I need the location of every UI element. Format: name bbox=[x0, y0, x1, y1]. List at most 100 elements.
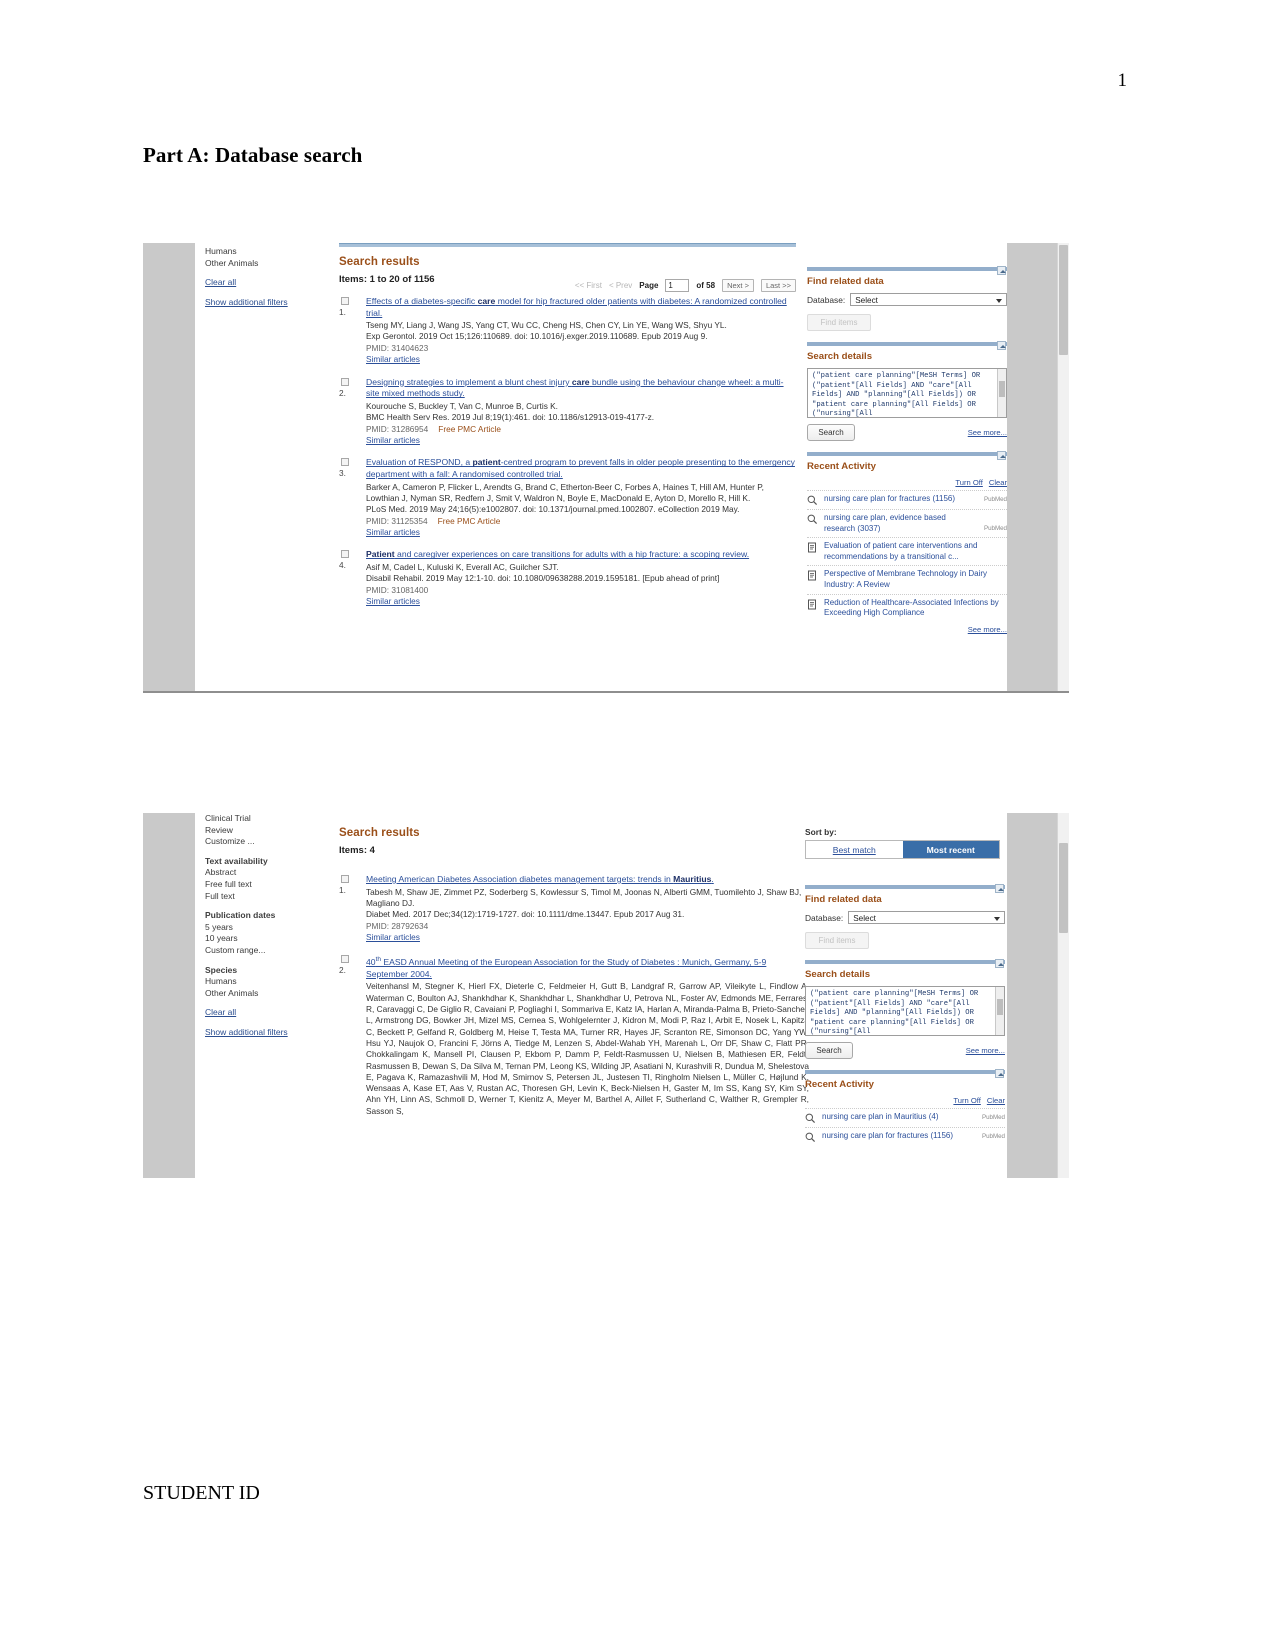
search-query-textarea[interactable]: ("patient care planning"[MeSH Terms] OR … bbox=[805, 986, 1005, 1036]
chevron-down-icon[interactable] bbox=[997, 451, 1006, 460]
show-additional-filters-link[interactable]: Show additional filters bbox=[205, 297, 288, 307]
similar-articles-link[interactable]: Similar articles bbox=[366, 354, 420, 365]
filter-review[interactable]: Review bbox=[205, 825, 330, 837]
search-query-textarea[interactable]: ("patient care planning"[MeSH Terms] OR … bbox=[807, 368, 1007, 418]
database-select[interactable]: Select bbox=[850, 293, 1007, 306]
filter-species-humans[interactable]: Humans bbox=[205, 976, 330, 988]
title-part: and caregiver experiences on care transi… bbox=[394, 549, 750, 560]
scroll-thumb[interactable] bbox=[1059, 843, 1068, 933]
turn-off-link[interactable]: Turn Off bbox=[955, 478, 982, 487]
search-button[interactable]: Search bbox=[807, 424, 855, 441]
similar-articles-link[interactable]: Similar articles bbox=[366, 932, 420, 943]
chevron-down-icon[interactable] bbox=[995, 884, 1004, 893]
result-title-link[interactable]: Meeting American Diabetes Association di… bbox=[366, 874, 809, 886]
clear-all-link[interactable]: Clear all bbox=[205, 277, 236, 287]
see-more-link[interactable]: See more... bbox=[968, 625, 1007, 634]
recent-activity-item[interactable]: nursing care plan for fractures (1156) P… bbox=[805, 1127, 1005, 1146]
search-icon bbox=[807, 514, 818, 525]
filter-species-other-animals[interactable]: Other Animals bbox=[205, 258, 325, 270]
filter-clinical-trial[interactable]: Clinical Trial bbox=[205, 813, 330, 825]
database-row: Database: Select bbox=[805, 911, 1005, 924]
last-page-button[interactable]: Last >> bbox=[760, 279, 796, 292]
filter-5-years[interactable]: 5 years bbox=[205, 922, 330, 934]
recent-activity-item[interactable]: Reduction of Healthcare-Associated Infec… bbox=[807, 593, 1007, 622]
recent-activity-item[interactable]: Perspective of Membrane Technology in Da… bbox=[807, 565, 1007, 593]
search-icon bbox=[807, 495, 818, 506]
result-checkbox[interactable] bbox=[341, 875, 349, 883]
panel-bar bbox=[807, 451, 1007, 460]
sort-best-match-button[interactable]: Best match bbox=[806, 841, 903, 858]
database-row: Database: Select bbox=[807, 293, 1007, 306]
turn-off-link[interactable]: Turn Off bbox=[953, 1096, 980, 1105]
result-checkbox[interactable] bbox=[341, 377, 349, 386]
recent-activity-item[interactable]: nursing care plan in Mauritius (4) PubMe… bbox=[805, 1108, 1005, 1127]
recent-activity-text: nursing care plan for fractures (1156) bbox=[822, 1131, 954, 1140]
find-related-heading: Find related data bbox=[805, 894, 882, 905]
database-selected-value: Select bbox=[855, 296, 878, 305]
similar-articles-link[interactable]: Similar articles bbox=[366, 527, 420, 538]
scroll-thumb[interactable] bbox=[1059, 245, 1068, 355]
result-checkbox[interactable] bbox=[341, 297, 349, 305]
result-checkbox[interactable] bbox=[341, 955, 349, 964]
result-title-link[interactable]: Patient and caregiver experiences on car… bbox=[366, 549, 796, 561]
page-scrollbar[interactable] bbox=[1057, 243, 1069, 693]
page-number-input[interactable]: 1 bbox=[665, 279, 690, 292]
search-button[interactable]: Search bbox=[805, 1042, 853, 1059]
filter-species-other-animals[interactable]: Other Animals bbox=[205, 988, 330, 1000]
recent-activity-item[interactable]: nursing care plan for fractures (1156) P… bbox=[807, 490, 1007, 509]
query-scrollbar[interactable] bbox=[997, 369, 1006, 417]
recent-activity-panel: Recent Activity Turn Off Clear nursing c… bbox=[807, 451, 1007, 634]
similar-articles-link[interactable]: Similar articles bbox=[366, 596, 420, 607]
result-checkbox[interactable] bbox=[341, 550, 349, 559]
result-title-link[interactable]: Evaluation of RESPOND, a patient-centred… bbox=[366, 457, 796, 480]
filter-10-years[interactable]: 10 years bbox=[205, 933, 330, 945]
result-item: 2. Designing strategies to implement a b… bbox=[339, 377, 796, 447]
search-details-heading: Search details bbox=[805, 969, 871, 980]
result-title-link[interactable]: Designing strategies to implement a blun… bbox=[366, 377, 796, 400]
next-page-button[interactable]: Next > bbox=[722, 279, 754, 292]
search-results-heading: Search results bbox=[339, 256, 420, 268]
panel-bar bbox=[805, 884, 1005, 893]
see-more-link[interactable]: See more... bbox=[966, 1046, 1005, 1055]
result-checkbox[interactable] bbox=[341, 458, 349, 467]
query-scroll-thumb[interactable] bbox=[997, 999, 1003, 1015]
result-item: 3. Evaluation of RESPOND, a patient-cent… bbox=[339, 457, 796, 538]
result-index: 1. bbox=[339, 885, 346, 895]
result-title-link[interactable]: 40th EASD Annual Meeting of the European… bbox=[366, 954, 809, 980]
filter-full-text[interactable]: Full text bbox=[205, 891, 330, 903]
filter-abstract[interactable]: Abstract bbox=[205, 867, 330, 879]
see-more-link[interactable]: See more... bbox=[968, 428, 1007, 437]
page-scrollbar[interactable] bbox=[1057, 813, 1069, 1178]
result-pmid: PMID: 31125354 Free PMC Article bbox=[366, 516, 796, 527]
chevron-down-icon[interactable] bbox=[997, 341, 1006, 350]
sort-most-recent-button[interactable]: Most recent bbox=[902, 841, 999, 858]
chevron-down-icon[interactable] bbox=[997, 266, 1006, 275]
result-index: 2. bbox=[339, 965, 346, 976]
filter-custom-range[interactable]: Custom range... bbox=[205, 945, 330, 957]
free-article-badge: Free PMC Article bbox=[438, 423, 501, 434]
recent-activity-item[interactable]: Evaluation of patient care interventions… bbox=[807, 537, 1007, 565]
title-part: Effects of a diabetes-specific bbox=[366, 296, 478, 306]
prev-page-link[interactable]: < Prev bbox=[609, 281, 632, 290]
chevron-down-icon[interactable] bbox=[995, 1069, 1004, 1078]
clear-link[interactable]: Clear bbox=[987, 1096, 1005, 1105]
filter-species-humans[interactable]: Humans bbox=[205, 246, 325, 258]
recent-activity-item[interactable]: nursing care plan, evidence based resear… bbox=[807, 509, 1007, 537]
clear-all-link[interactable]: Clear all bbox=[205, 1007, 236, 1017]
title-part: Meeting American Diabetes Association di… bbox=[366, 874, 674, 884]
clear-link[interactable]: Clear bbox=[989, 478, 1007, 487]
query-scroll-thumb[interactable] bbox=[999, 381, 1005, 397]
similar-articles-link[interactable]: Similar articles bbox=[366, 435, 420, 446]
filter-sidebar-1: Humans Other Animals Clear all Show addi… bbox=[205, 246, 325, 308]
title-highlight: patient bbox=[472, 457, 501, 468]
query-scrollbar[interactable] bbox=[995, 987, 1004, 1035]
chevron-down-icon[interactable] bbox=[995, 959, 1004, 968]
show-additional-filters-link[interactable]: Show additional filters bbox=[205, 1027, 288, 1037]
result-index: 2. bbox=[339, 387, 346, 398]
first-page-link[interactable]: << First bbox=[575, 281, 602, 290]
filter-customize[interactable]: Customize ... bbox=[205, 836, 330, 848]
database-select[interactable]: Select bbox=[848, 911, 1005, 924]
title-part: . bbox=[711, 874, 714, 884]
filter-free-full-text[interactable]: Free full text bbox=[205, 879, 330, 891]
result-title-link[interactable]: Effects of a diabetes-specific care mode… bbox=[366, 296, 796, 319]
